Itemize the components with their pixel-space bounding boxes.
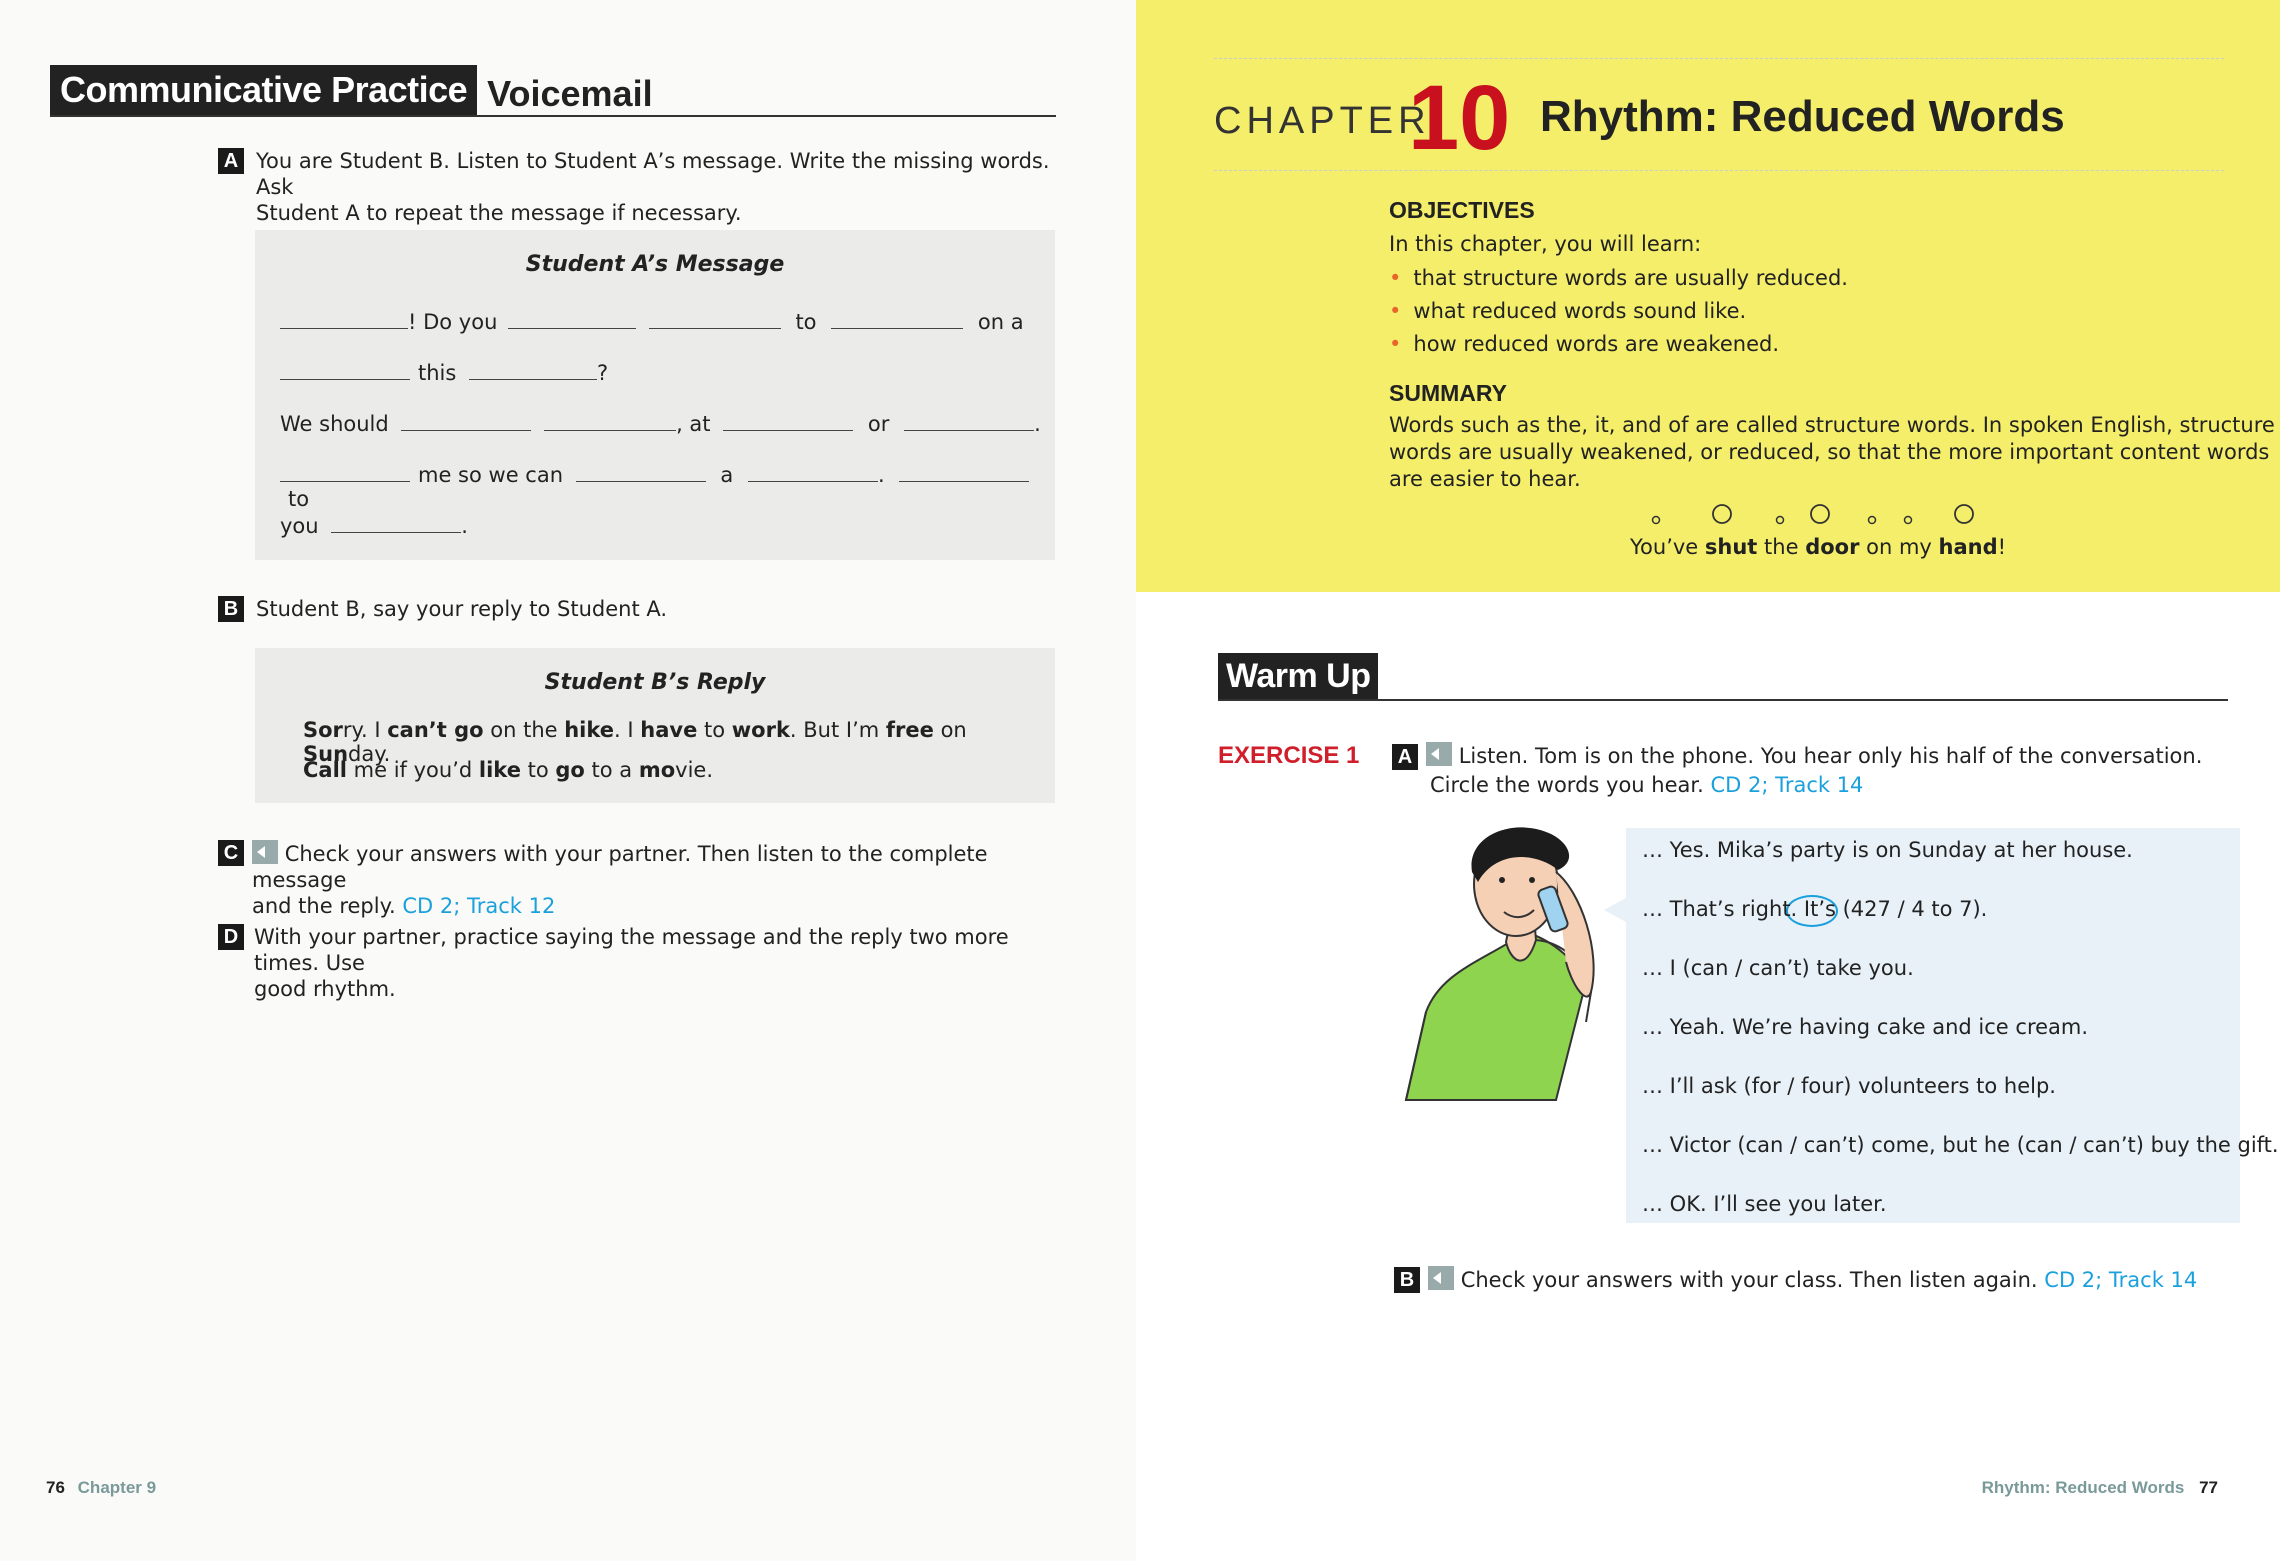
- badge-ex-b: B: [1394, 1267, 1420, 1293]
- text-run: ry. I: [342, 718, 388, 742]
- instruction-d-text: With your partner, practice saying the m…: [254, 925, 1009, 1001]
- right-page: CHAPTER 10 Rhythm: Reduced Words OBJECTI…: [1136, 0, 2280, 1561]
- text-run: door: [1805, 535, 1860, 559]
- text-run: Call: [303, 758, 347, 782]
- student-a-message-box: Student A’s Message ! Do you to on a thi…: [255, 230, 1055, 560]
- objectives-heading: OBJECTIVES: [1389, 197, 1535, 223]
- section-header-title: Voicemail: [487, 73, 653, 114]
- text-run: to: [697, 718, 732, 742]
- text-run: !: [1997, 535, 2007, 559]
- warmup-header: Warm Up: [1218, 653, 1379, 700]
- footer-chapter: Chapter 9: [77, 1478, 157, 1497]
- exercise-label: EXERCISE 1: [1218, 742, 1360, 769]
- footer-title: Rhythm: Reduced Words: [1981, 1478, 2185, 1497]
- chapter-number: 10: [1408, 67, 1511, 169]
- objective-item: • that structure words are usually reduce…: [1389, 266, 1848, 290]
- text-run: have: [640, 718, 698, 742]
- badge-ex-a: A: [1392, 744, 1418, 770]
- dialogue-line: … I (can / can’t) take you.: [1642, 956, 1914, 980]
- badge-b: B: [218, 596, 244, 622]
- page-number-left: 76: [46, 1478, 65, 1497]
- box-a-title: Student A’s Message: [525, 252, 785, 277]
- text-run: go: [555, 758, 585, 782]
- exercise-a: A: [1392, 744, 1418, 770]
- chapter-title: Rhythm: Reduced Words: [1540, 92, 2065, 141]
- badge-a: A: [218, 148, 244, 174]
- message-row-1: ! Do you to on a: [280, 310, 1024, 334]
- text-run: to a: [584, 758, 639, 782]
- student-b-reply-box: Student B’s Reply Sorry. I can’t go on t…: [255, 648, 1055, 803]
- instruction-b-text: Student B, say your reply to Student A.: [256, 597, 668, 621]
- text-run: hike: [564, 718, 615, 742]
- text-run: me if you’d: [346, 758, 479, 782]
- text-run: Sor: [303, 718, 343, 742]
- text-run: hand: [1938, 535, 1998, 559]
- box-b-title: Student B’s Reply: [544, 670, 766, 695]
- text-run: on: [933, 718, 967, 742]
- exercise-b: B: [1394, 1267, 1420, 1293]
- instruction-c: C: [218, 840, 244, 866]
- message-row-2: this ?: [280, 361, 608, 385]
- chapter-banner: CHAPTER 10 Rhythm: Reduced Words OBJECTI…: [1136, 0, 2280, 592]
- cd-track-link[interactable]: CD 2; Track 12: [402, 894, 555, 918]
- message-row-3: We should , at or .: [280, 412, 1041, 436]
- instruction-c-text: Check your answers with your partner. Th…: [252, 840, 988, 918]
- instruction-a-text: You are Student B. Listen to Student A’s…: [256, 149, 1050, 225]
- audio-icon[interactable]: [1428, 1266, 1454, 1290]
- dialogue-line: … I’ll ask (for / four) volunteers to he…: [1642, 1074, 2056, 1098]
- dialogue-line: … Yeah. We’re having cake and ice cream.: [1642, 1015, 2089, 1039]
- badge-d: D: [218, 924, 244, 950]
- rhythm-example: You’ve shut the door on my hand!: [1630, 535, 2006, 559]
- text-run: shut: [1704, 535, 1758, 559]
- right-footer: Rhythm: Reduced Words 77: [1982, 1478, 2218, 1498]
- text-run: . But I’m: [789, 718, 886, 742]
- badge-c: C: [218, 840, 244, 866]
- summary-heading: SUMMARY: [1389, 380, 1507, 406]
- text-run: like: [478, 758, 521, 782]
- text-run: . I: [614, 718, 641, 742]
- dialogue-line: … OK. I’ll see you later.: [1642, 1192, 1887, 1216]
- left-footer: 76 Chapter 9: [46, 1478, 156, 1498]
- reply-line-2: Call me if you’d like to go to a movie.: [303, 758, 713, 782]
- dialogue-line: … That’s right. It’s (427 / 4 to 7).: [1642, 897, 1988, 921]
- page-number-right: 77: [2199, 1478, 2218, 1497]
- warmup-rule: [1218, 699, 2228, 701]
- audio-icon[interactable]: [252, 840, 278, 864]
- text-run: You’ve: [1630, 535, 1705, 559]
- section-header-box: Communicative Practice: [50, 65, 478, 115]
- objective-item: • how reduced words are weakened.: [1389, 332, 1780, 356]
- cd-track-link[interactable]: CD 2; Track 14: [1710, 773, 1863, 797]
- exercise-b-text: Check your answers with your class. Then…: [1428, 1266, 2197, 1293]
- text-run: can’t go: [387, 718, 484, 742]
- dialogue-line: … Victor (can / can’t) come, but he (can…: [1642, 1133, 2279, 1157]
- cd-track-link[interactable]: CD 2; Track 14: [2044, 1268, 2197, 1292]
- exercise-a-text: Listen. Tom is on the phone. You hear on…: [1426, 742, 2226, 800]
- summary-text: Words such as the, it, and of are called…: [1389, 413, 2275, 491]
- text-run: to: [520, 758, 556, 782]
- instruction-a: A: [218, 148, 244, 174]
- header-rule: [50, 115, 1056, 117]
- chapter-word: CHAPTER: [1214, 100, 1431, 142]
- text-run: the: [1757, 535, 1806, 559]
- section-header: Communicative Practice Voicemail: [50, 65, 653, 115]
- instruction-b: B: [218, 596, 244, 622]
- instruction-d: D: [218, 924, 244, 950]
- text-run: free: [885, 718, 934, 742]
- left-page: Communicative Practice Voicemail A You a…: [0, 0, 1136, 1561]
- rhythm-dots: [1651, 504, 1974, 525]
- text-run: on my: [1859, 535, 1939, 559]
- text-run: on the: [483, 718, 565, 742]
- message-row-4: me so we can a . to: [280, 463, 1055, 511]
- objectives-intro: In this chapter, you will learn:: [1389, 232, 1702, 256]
- text-run: work: [731, 718, 790, 742]
- message-row-5: you .: [280, 514, 468, 538]
- dialogue-box: … Yes. Mika’s party is on Sunday at her …: [1604, 828, 2279, 1223]
- text-run: mo: [638, 758, 676, 782]
- dialogue-line: … Yes. Mika’s party is on Sunday at her …: [1642, 838, 2133, 862]
- objective-item: • what reduced words sound like.: [1389, 299, 1747, 323]
- objectives-list: • that structure words are usually reduce…: [1389, 262, 1848, 361]
- audio-icon[interactable]: [1426, 742, 1452, 766]
- text-run: vie.: [675, 758, 713, 782]
